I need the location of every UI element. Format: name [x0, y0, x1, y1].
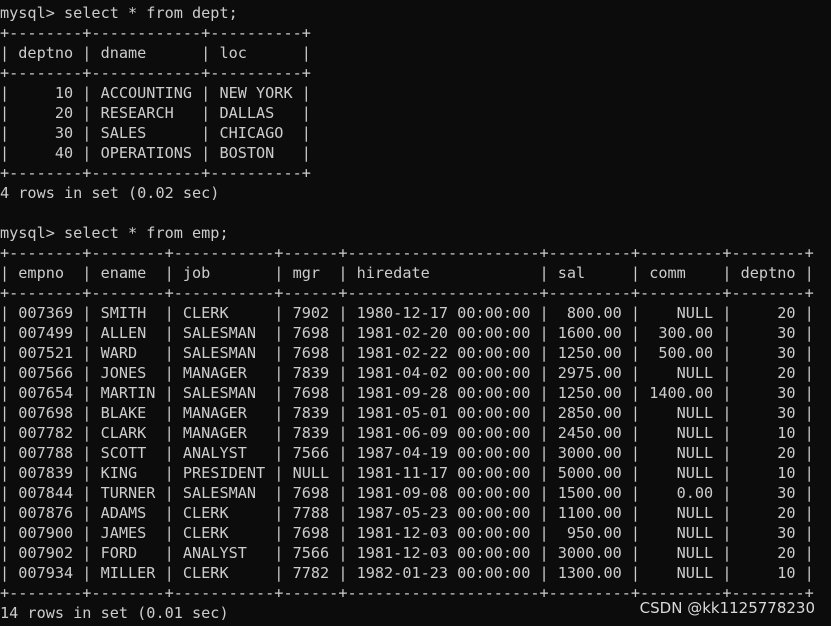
terminal-output[interactable]: mysql> select * from dept; +--------+---…: [0, 3, 831, 623]
dept-table-border: +--------+------------+----------+: [0, 164, 311, 182]
dept-table-row: | 10 | ACCOUNTING | NEW YORK |: [0, 84, 311, 102]
emp-table-border: +--------+--------+-----------+------+--…: [0, 284, 814, 302]
emp-table-header: | empno | ename | job | mgr | hiredate |…: [0, 264, 814, 282]
emp-table-row: | 007844 | TURNER | SALESMAN | 7698 | 19…: [0, 484, 814, 502]
dept-table-header: | deptno | dname | loc |: [0, 44, 311, 62]
emp-table-row: | 007521 | WARD | SALESMAN | 7698 | 1981…: [0, 344, 814, 362]
emp-table-row: | 007876 | ADAMS | CLERK | 7788 | 1987-0…: [0, 504, 814, 522]
emp-table-row: | 007934 | MILLER | CLERK | 7782 | 1982-…: [0, 564, 814, 582]
emp-table-row: | 007782 | CLARK | MANAGER | 7839 | 1981…: [0, 424, 814, 442]
dept-table-border: +--------+------------+----------+: [0, 24, 311, 42]
dept-table-border: +--------+------------+----------+: [0, 64, 311, 82]
emp-table-row: | 007788 | SCOTT | ANALYST | 7566 | 1987…: [0, 444, 814, 462]
emp-table-row: | 007839 | KING | PRESIDENT | NULL | 198…: [0, 464, 814, 482]
emp-table-row: | 007369 | SMITH | CLERK | 7902 | 1980-1…: [0, 304, 814, 322]
dept-table-row: | 40 | OPERATIONS | BOSTON |: [0, 144, 311, 162]
emp-table-row: | 007499 | ALLEN | SALESMAN | 7698 | 198…: [0, 324, 814, 342]
dept-table-row: | 20 | RESEARCH | DALLAS |: [0, 104, 311, 122]
emp-query-command: mysql> select * from emp;: [0, 224, 229, 242]
emp-table-row: | 007698 | BLAKE | MANAGER | 7839 | 1981…: [0, 404, 814, 422]
dept-query-command: mysql> select * from dept;: [0, 4, 238, 22]
emp-table-border: +--------+--------+-----------+------+--…: [0, 244, 814, 262]
emp-table-row: | 007566 | JONES | MANAGER | 7839 | 1981…: [0, 364, 814, 382]
emp-table-row: | 007902 | FORD | ANALYST | 7566 | 1981-…: [0, 544, 814, 562]
dept-result-status: 4 rows in set (0.02 sec): [0, 184, 220, 202]
emp-table-row: | 007654 | MARTIN | SALESMAN | 7698 | 19…: [0, 384, 814, 402]
dept-table-row: | 30 | SALES | CHICAGO |: [0, 124, 311, 142]
emp-table-row: | 007900 | JAMES | CLERK | 7698 | 1981-1…: [0, 524, 814, 542]
csdn-watermark: CSDN @kk1125778230: [639, 599, 815, 617]
